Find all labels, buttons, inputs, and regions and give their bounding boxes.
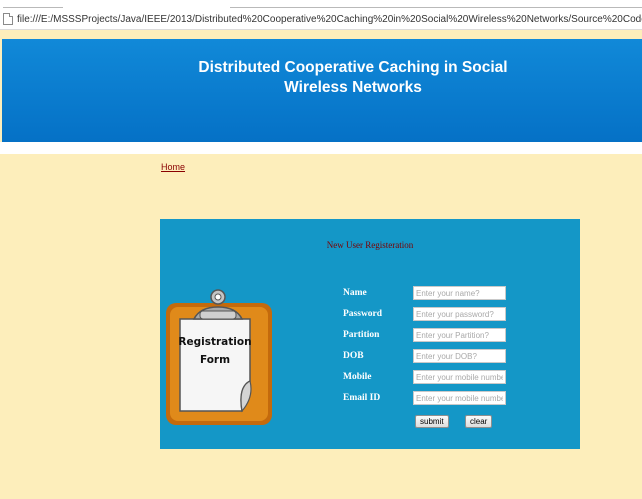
name-input[interactable]: [413, 286, 506, 300]
header-banner: Distributed Cooperative Caching in Socia…: [2, 39, 642, 142]
email-label: Email ID: [343, 393, 381, 403]
partition-input[interactable]: [413, 328, 506, 342]
registration-panel: New User Registeration Registration Form…: [160, 219, 580, 449]
url-text[interactable]: file:///E:/MSSSProjects/Java/IEEE/2013/D…: [17, 14, 642, 25]
email-input[interactable]: [413, 391, 506, 405]
clipboard-text-line-2: Form: [200, 354, 230, 366]
password-input[interactable]: [413, 307, 506, 321]
password-label: Password: [343, 309, 383, 319]
page-title: Distributed Cooperative Caching in Socia…: [188, 58, 518, 98]
page-title-line-1: Distributed Cooperative Caching in Socia…: [198, 59, 508, 76]
clear-button[interactable]: clear: [465, 415, 493, 428]
clipboard-text-line-1: Registration: [178, 336, 251, 348]
mobile-label: Mobile: [343, 372, 372, 382]
browser-tab-strip: [0, 0, 642, 9]
name-label: Name: [343, 288, 367, 298]
mobile-input[interactable]: [413, 370, 506, 384]
tab-divider: [230, 7, 642, 8]
tab-divider: [3, 7, 63, 8]
address-bar[interactable]: file:///E:/MSSSProjects/Java/IEEE/2013/D…: [0, 9, 642, 30]
dob-input[interactable]: [413, 349, 506, 363]
header-separator: [0, 142, 642, 154]
submit-button[interactable]: submit: [415, 415, 449, 428]
page-icon: [3, 13, 13, 25]
home-link[interactable]: Home: [161, 162, 185, 172]
page-title-line-2: Wireless Networks: [284, 79, 422, 96]
form-heading: New User Registeration: [326, 240, 414, 250]
dob-label: DOB: [343, 351, 364, 361]
clipboard-icon: Registration Form: [166, 289, 272, 425]
partition-label: Partition: [343, 330, 380, 340]
